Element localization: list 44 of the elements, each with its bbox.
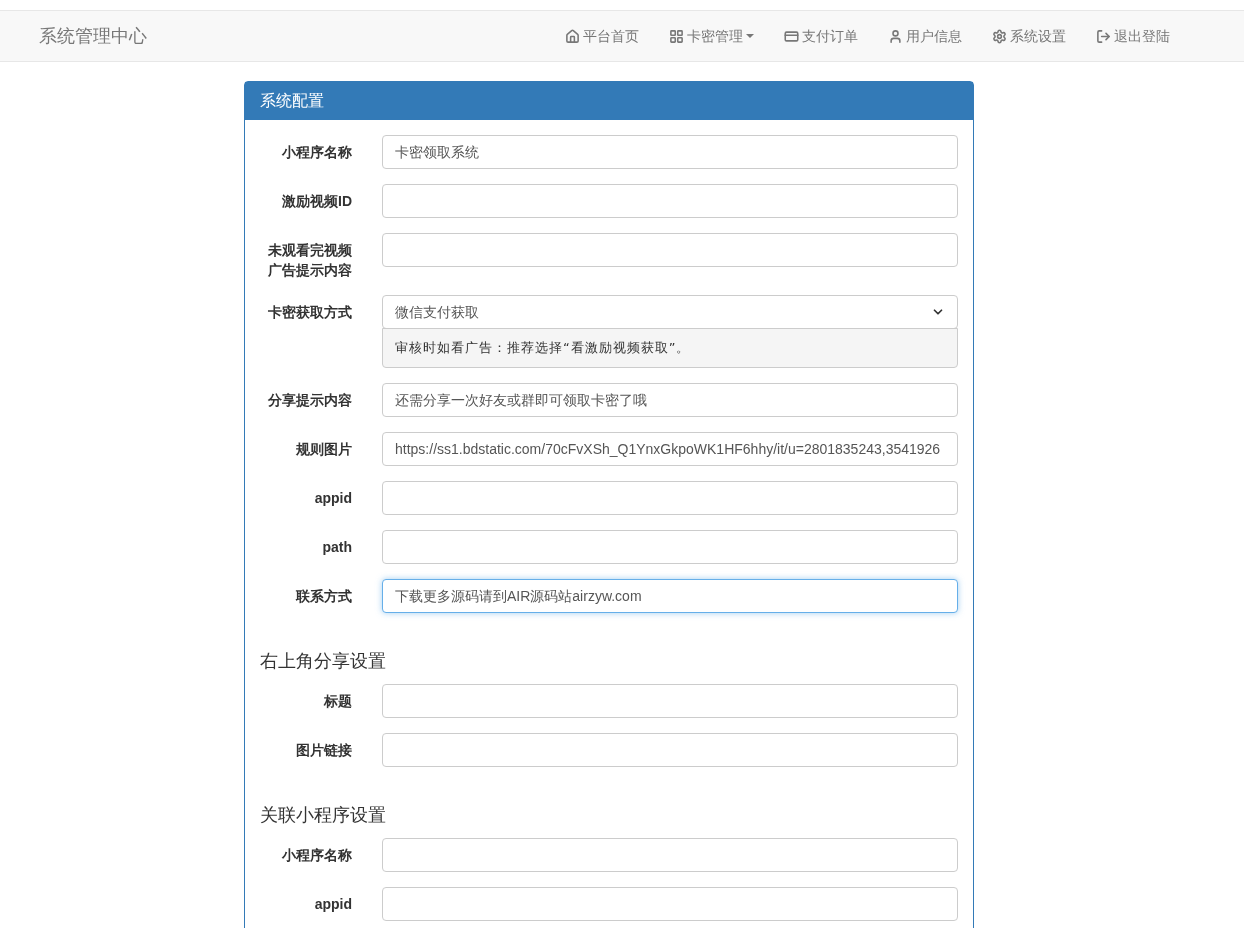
input-field[interactable] bbox=[382, 233, 958, 267]
input-field[interactable] bbox=[382, 530, 958, 564]
input-field[interactable]: 还需分享一次好友或群即可领取卡密了哦 bbox=[382, 383, 958, 417]
field-label: 联系方式 bbox=[294, 587, 352, 606]
section-heading: 右上角分享设置 bbox=[260, 650, 387, 673]
logout-icon bbox=[1096, 28, 1111, 44]
field-label: 分享提示内容 bbox=[267, 391, 352, 410]
input-field[interactable] bbox=[382, 481, 958, 515]
field-label: 图片链接 bbox=[295, 741, 352, 760]
input-field[interactable] bbox=[382, 684, 958, 718]
nav-link[interactable]: 支付订单 bbox=[784, 25, 858, 47]
field-label: 未观看完视频广告提示内容 bbox=[267, 241, 352, 280]
input-field[interactable] bbox=[382, 838, 958, 872]
field-label: appid bbox=[313, 895, 352, 914]
help-text: 审核时如看广告：推荐选择“看激励视频获取”。 bbox=[382, 328, 958, 368]
brand-title[interactable]: 系统管理中心 bbox=[39, 22, 147, 50]
input-field[interactable] bbox=[382, 184, 958, 218]
nav-link[interactable]: 退出登陆 bbox=[1096, 25, 1170, 47]
nav-link[interactable]: 系统设置 bbox=[992, 25, 1066, 47]
settings-icon bbox=[992, 28, 1007, 44]
credit-card-icon bbox=[784, 28, 799, 44]
grid-icon bbox=[669, 28, 684, 44]
nav-link[interactable]: 用户信息 bbox=[888, 25, 962, 47]
nav-link[interactable]: 卡密管理 bbox=[669, 25, 754, 47]
nav-link[interactable]: 平台首页 bbox=[565, 25, 639, 47]
home-icon bbox=[565, 28, 580, 44]
input-field[interactable]: https://ss1.bdstatic.com/70cFvXSh_Q1YnxGkpoWK1HF6hhy/it/u=2801835243,3541926 bbox=[382, 432, 958, 466]
section-heading: 关联小程序设置 bbox=[260, 804, 387, 827]
field-label: 小程序名称 bbox=[281, 143, 352, 162]
field-label: 规则图片 bbox=[295, 440, 352, 459]
user-icon bbox=[888, 28, 903, 44]
input-field[interactable]: 下载更多源码请到AIR源码站airzyw.com bbox=[382, 579, 958, 613]
field-label: 卡密获取方式 bbox=[267, 303, 352, 322]
panel-title: 系统配置 bbox=[245, 82, 973, 120]
field-label: path bbox=[321, 538, 352, 557]
input-field[interactable] bbox=[382, 887, 958, 921]
field-label: 标题 bbox=[323, 692, 352, 711]
caret-icon bbox=[746, 34, 754, 38]
input-field[interactable] bbox=[382, 733, 958, 767]
field-label: 小程序名称 bbox=[281, 846, 352, 865]
input-field[interactable]: 卡密领取系统 bbox=[382, 135, 958, 169]
field-label: appid bbox=[313, 489, 352, 508]
select-field[interactable]: 微信支付获取 bbox=[382, 295, 958, 329]
field-label: 激励视频ID bbox=[281, 192, 352, 211]
